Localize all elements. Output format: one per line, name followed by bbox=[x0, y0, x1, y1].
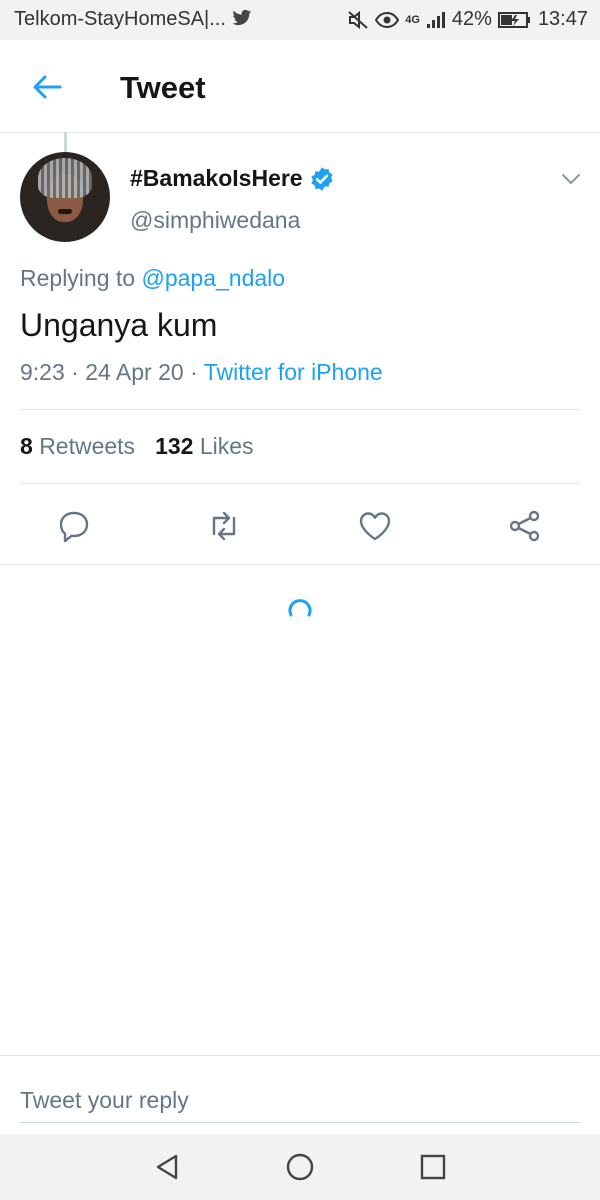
network-type: 4G bbox=[405, 13, 420, 26]
chevron-down-icon bbox=[562, 174, 580, 185]
divider bbox=[20, 483, 580, 484]
arrow-left-icon bbox=[33, 75, 62, 99]
retweets-count: 8 bbox=[20, 433, 33, 459]
tweet-timestamp: 9:23 · 24 Apr 20 · bbox=[20, 359, 198, 385]
circle-home-icon bbox=[286, 1153, 314, 1181]
replying-to-label: Replying to bbox=[20, 265, 136, 291]
tweet-meta: 9:23 · 24 Apr 20 · Twitter for iPhone bbox=[20, 359, 383, 386]
retweets-stat[interactable]: 8 Retweets bbox=[20, 433, 135, 460]
reply-icon bbox=[59, 511, 89, 543]
likes-stat[interactable]: 132 Likes bbox=[155, 433, 253, 460]
mute-icon bbox=[347, 10, 369, 30]
display-name: #BamakoIsHere bbox=[130, 165, 303, 191]
nav-home-button[interactable] bbox=[283, 1150, 317, 1184]
tweet-source-link[interactable]: Twitter for iPhone bbox=[204, 359, 383, 385]
tweet-actions-bar bbox=[0, 490, 600, 565]
twitter-notification-icon bbox=[232, 9, 252, 27]
nav-back-button[interactable] bbox=[150, 1150, 184, 1184]
signal-icon bbox=[426, 11, 446, 29]
reply-input[interactable] bbox=[20, 1078, 580, 1123]
verified-badge-icon bbox=[310, 166, 333, 191]
back-button[interactable] bbox=[30, 70, 64, 104]
tweet-stats: 8 Retweets 132 Likes bbox=[20, 433, 254, 460]
divider bbox=[20, 409, 580, 410]
avatar[interactable] bbox=[20, 152, 110, 242]
square-recents-icon bbox=[420, 1154, 446, 1180]
battery-percent: 42% bbox=[451, 8, 492, 30]
share-icon bbox=[509, 510, 540, 542]
likes-count: 132 bbox=[155, 433, 194, 459]
tweet-text: Unganya kum bbox=[20, 307, 218, 343]
nav-recents-button[interactable] bbox=[416, 1150, 450, 1184]
battery-icon bbox=[497, 11, 532, 29]
page-title: Tweet bbox=[120, 70, 206, 105]
heart-icon bbox=[359, 512, 391, 541]
system-nav-bar bbox=[0, 1134, 600, 1200]
thread-connector-line bbox=[64, 132, 67, 152]
retweets-label: Retweets bbox=[39, 433, 136, 459]
reply-composer bbox=[0, 1055, 600, 1136]
carrier-name: Telkom-StayHomeSA|... bbox=[14, 8, 226, 30]
eye-comfort-icon bbox=[375, 11, 400, 29]
clock: 13:47 bbox=[537, 8, 588, 30]
replying-to-line: Replying to @papa_ndalo bbox=[20, 265, 285, 292]
retweet-button[interactable] bbox=[206, 508, 242, 544]
retweet-icon bbox=[212, 511, 236, 541]
loading-spinner-icon bbox=[288, 599, 312, 617]
replying-to-mention[interactable]: @papa_ndalo bbox=[141, 265, 285, 291]
like-button[interactable] bbox=[357, 508, 393, 544]
reply-button[interactable] bbox=[56, 508, 92, 544]
status-bar: Telkom-StayHomeSA|... 4G 42% 13:47 bbox=[0, 0, 600, 40]
top-app-bar: Tweet bbox=[0, 40, 600, 133]
status-icons: 4G 42% 13:47 bbox=[347, 8, 588, 31]
triangle-back-icon bbox=[156, 1154, 178, 1180]
author-name-row[interactable]: #BamakoIsHere bbox=[130, 165, 335, 192]
likes-label: Likes bbox=[199, 433, 254, 459]
tweet-options-button[interactable] bbox=[560, 168, 582, 190]
username[interactable]: @simphiwedana bbox=[130, 207, 300, 234]
share-button[interactable] bbox=[507, 508, 543, 544]
